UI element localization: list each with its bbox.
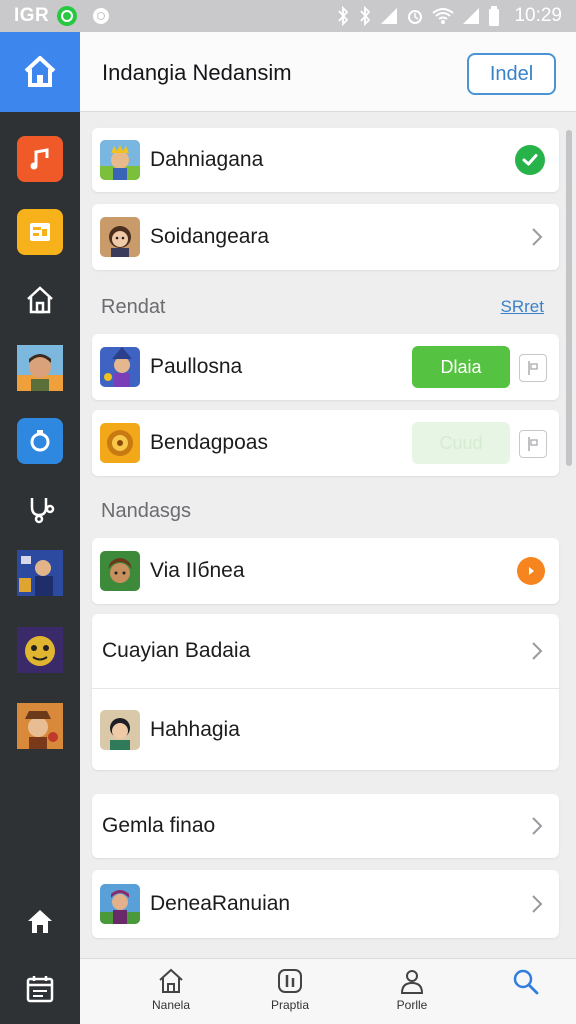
sidebar-game-app-3[interactable] bbox=[17, 703, 63, 749]
app-header: Indangia Nedansim Indel bbox=[80, 32, 576, 112]
flag-icon bbox=[528, 361, 538, 375]
list-item[interactable]: Dahniagana bbox=[92, 128, 559, 192]
app-notification-icon bbox=[57, 6, 78, 26]
list-item[interactable]: Paullosna Dlaia bbox=[92, 334, 559, 400]
chevron-right-icon bbox=[532, 642, 543, 660]
list-item-label: Hahhagia bbox=[150, 717, 240, 741]
list-item[interactable]: Cuayian Badaia bbox=[92, 614, 559, 688]
notification-icon bbox=[93, 8, 110, 24]
list-item-label: Via IIбnea bbox=[150, 559, 245, 582]
man-avatar-icon bbox=[17, 345, 63, 391]
bluetooth-icon bbox=[338, 6, 349, 26]
nav-tab-label: Praptia bbox=[270, 998, 310, 1012]
record-indicator-icon bbox=[517, 557, 545, 585]
scrollbar[interactable] bbox=[566, 130, 572, 466]
flag-icon bbox=[528, 437, 538, 451]
header-action-button[interactable]: Indel bbox=[467, 53, 556, 95]
home-outline-icon bbox=[27, 286, 53, 314]
sun-emblem-icon bbox=[100, 423, 140, 463]
nav-tab-profile[interactable]: Porlle bbox=[372, 967, 452, 1012]
music-note-icon bbox=[30, 148, 49, 170]
home-icon bbox=[24, 56, 56, 87]
search-icon bbox=[513, 969, 539, 995]
list-item-label: DeneaRanuian bbox=[150, 892, 291, 915]
list-item-label: Cuayian Badaia bbox=[102, 639, 251, 662]
sidebar-ring-app[interactable] bbox=[17, 418, 63, 464]
play-button[interactable]: Dlaia bbox=[412, 346, 510, 388]
signal-icon bbox=[463, 8, 480, 24]
list-item-label: Dahniagana bbox=[150, 148, 264, 171]
list-item[interactable]: DeneaRanuian bbox=[92, 870, 559, 938]
sidebar-game-app-1[interactable] bbox=[17, 550, 63, 596]
nav-tab-home[interactable]: Nanela bbox=[131, 967, 211, 1012]
list-group: Cuayian Badaia Hahhagia bbox=[92, 614, 559, 770]
calendar-icon bbox=[26, 976, 54, 1003]
stethoscope-icon bbox=[30, 498, 55, 524]
ring-icon bbox=[30, 430, 50, 452]
nav-tab-label: Porlle bbox=[396, 998, 428, 1012]
bookmark-checkbox[interactable] bbox=[519, 354, 547, 382]
nav-tab-label: Nanela bbox=[151, 998, 191, 1012]
sidebar bbox=[0, 32, 80, 1024]
warrior-avatar-icon bbox=[100, 884, 140, 924]
clock: 10:29 bbox=[514, 5, 562, 26]
list-item-label: Soidangeara bbox=[150, 225, 270, 248]
chevron-right-icon bbox=[532, 228, 543, 246]
page-title: Indangia Nedansim bbox=[102, 60, 292, 85]
home-outline-icon bbox=[159, 968, 183, 993]
list-item[interactable]: Hahhagia bbox=[92, 689, 559, 770]
list-item[interactable]: Gemla finao bbox=[92, 794, 559, 858]
sidebar-music-app[interactable] bbox=[17, 136, 63, 182]
section-header: Nandasgs bbox=[101, 500, 192, 522]
carrier-label: IGR bbox=[14, 5, 50, 26]
list-item[interactable]: Bendagpoas Cuud bbox=[92, 410, 559, 476]
nav-tab-stats[interactable]: Praptia bbox=[250, 967, 330, 1012]
bottom-navigation: Nanela Praptia Porlle bbox=[80, 958, 576, 1024]
nav-tab-search[interactable] bbox=[486, 967, 566, 1000]
sidebar-calendar-item[interactable] bbox=[17, 966, 63, 1012]
list-item[interactable]: Via IIбnea bbox=[92, 538, 559, 604]
monster-icon bbox=[17, 627, 63, 673]
game-character-icon bbox=[17, 550, 63, 596]
sidebar-home-item[interactable] bbox=[17, 277, 63, 323]
bluetooth-icon bbox=[360, 6, 371, 26]
sidebar-notes-app[interactable] bbox=[17, 209, 63, 255]
list-item[interactable]: Soidangeara bbox=[92, 204, 559, 270]
section-link[interactable]: SRret bbox=[501, 297, 544, 317]
sidebar-stethoscope-item[interactable] bbox=[17, 486, 63, 532]
king-avatar-icon bbox=[100, 140, 140, 180]
elf-avatar-icon bbox=[100, 551, 140, 591]
battery-icon bbox=[489, 6, 500, 26]
status-bar: IGR 10:29 bbox=[0, 0, 576, 32]
install-button[interactable]: Cuud bbox=[412, 422, 510, 464]
sidebar-home-shortcut[interactable] bbox=[17, 898, 63, 944]
notes-icon bbox=[30, 223, 50, 241]
home-filled-icon bbox=[28, 910, 52, 933]
sidebar-avatar-app[interactable] bbox=[17, 345, 63, 391]
boy-avatar-icon bbox=[100, 709, 140, 750]
stats-icon bbox=[278, 969, 302, 993]
signal-icon bbox=[381, 8, 398, 24]
list-item-label: Bendagpoas bbox=[150, 431, 268, 454]
wizard-avatar-icon bbox=[100, 347, 140, 387]
bookmark-checkbox[interactable] bbox=[519, 430, 547, 458]
girl-avatar-icon bbox=[100, 217, 140, 257]
section-header: Rendat bbox=[101, 296, 166, 318]
sidebar-game-app-2[interactable] bbox=[17, 627, 63, 673]
list-item-label: Gemla finao bbox=[102, 814, 216, 837]
alarm-icon bbox=[408, 10, 423, 24]
chevron-right-icon bbox=[532, 817, 543, 835]
wifi-icon bbox=[432, 8, 455, 24]
sidebar-home-button[interactable] bbox=[0, 32, 80, 112]
check-icon bbox=[515, 145, 545, 175]
adventurer-icon bbox=[17, 703, 63, 749]
list-item-label: Paullosna bbox=[150, 355, 243, 378]
person-icon bbox=[400, 970, 424, 994]
chevron-right-icon bbox=[532, 895, 543, 913]
